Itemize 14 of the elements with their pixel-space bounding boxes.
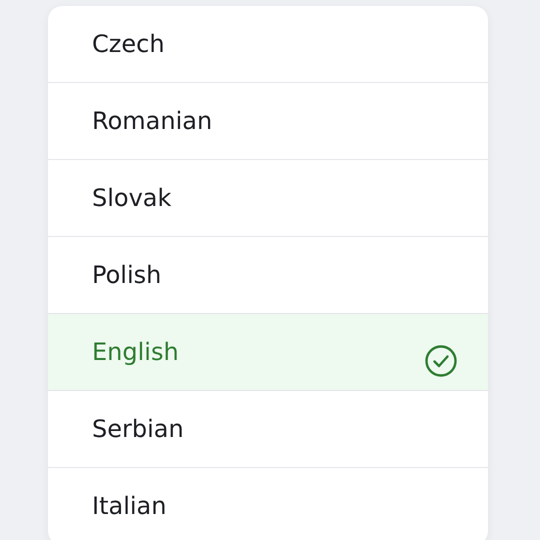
language-option[interactable]: Slovak xyxy=(48,160,488,237)
language-name: Slovak xyxy=(92,184,172,212)
language-option[interactable]: Serbian xyxy=(48,391,488,468)
language-option[interactable]: Italian xyxy=(48,468,488,540)
language-option[interactable]: Romanian xyxy=(48,83,488,160)
language-name: Romanian xyxy=(92,107,212,135)
language-name: English xyxy=(92,338,179,366)
language-name: Italian xyxy=(92,492,166,520)
language-name: Czech xyxy=(92,30,165,58)
language-name: Polish xyxy=(92,261,162,289)
language-option[interactable]: English xyxy=(48,314,488,391)
language-name: Serbian xyxy=(92,415,184,443)
language-option[interactable]: Czech xyxy=(48,6,488,83)
check-circle-icon xyxy=(424,344,458,378)
